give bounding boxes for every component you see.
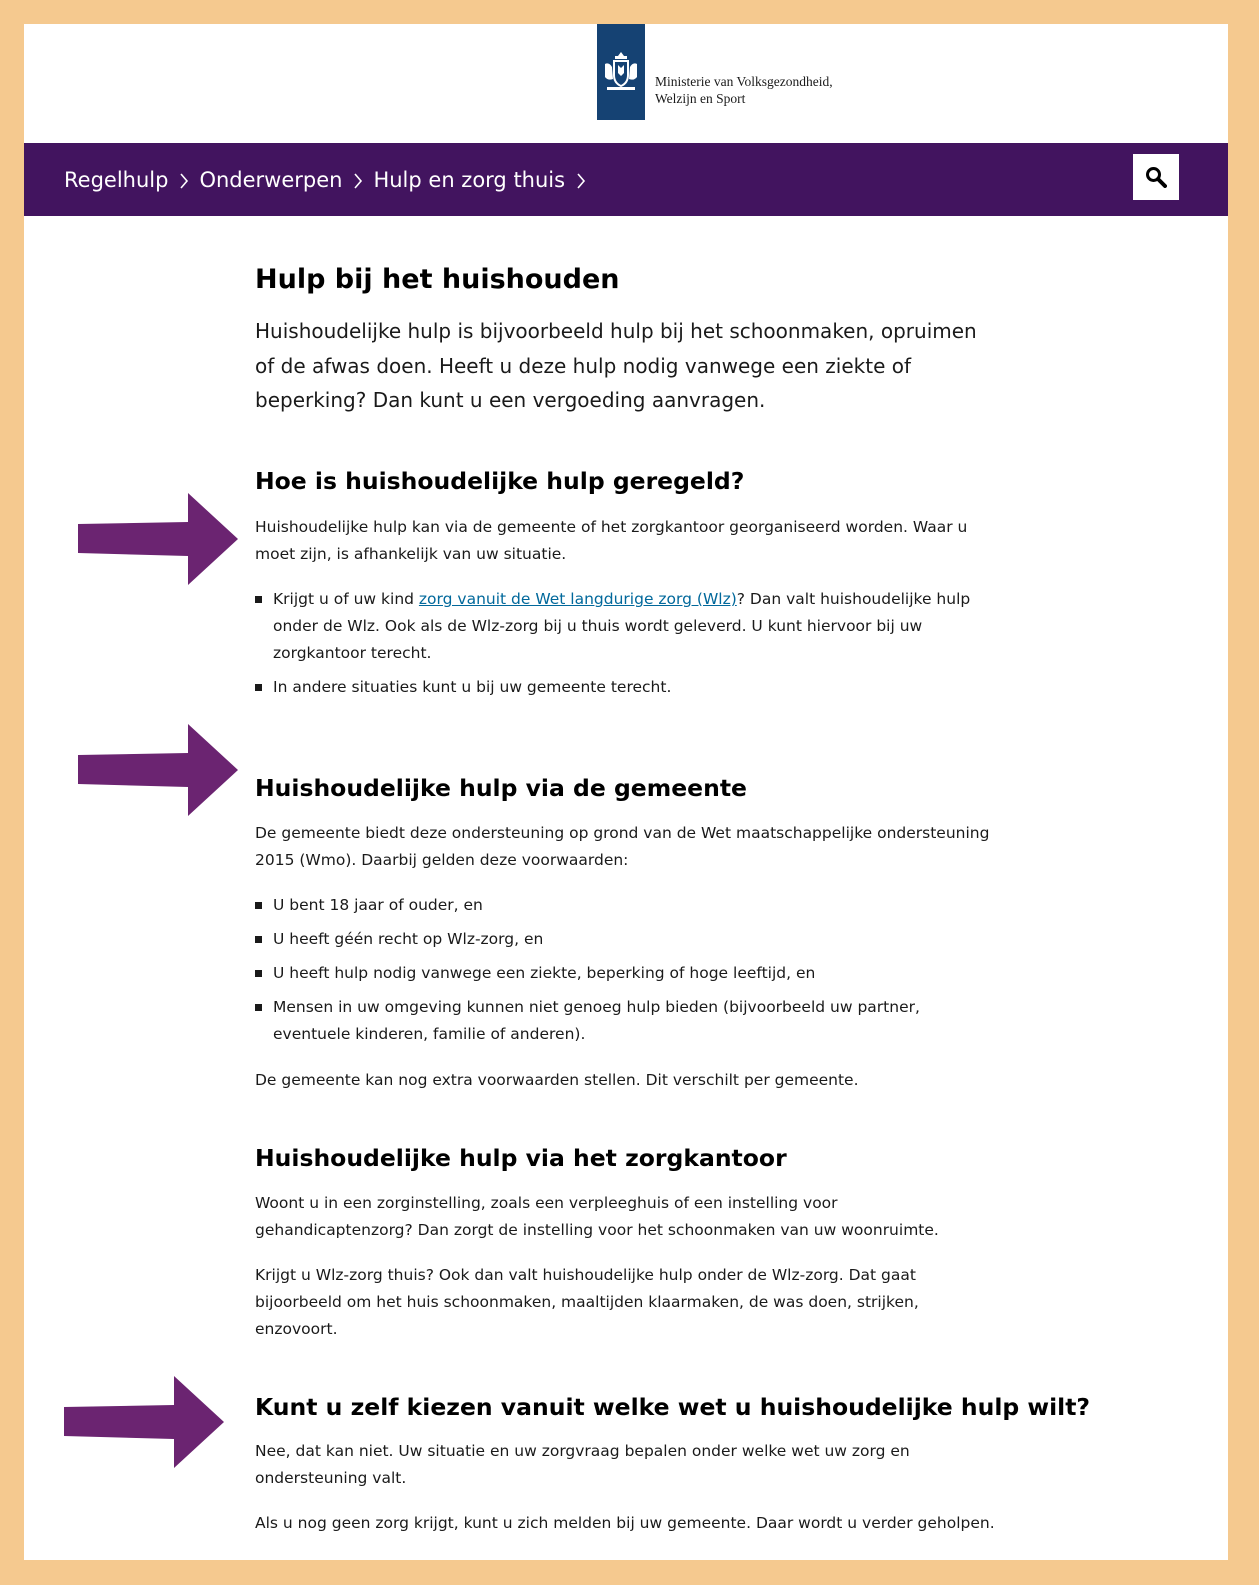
breadcrumb-onderwerpen[interactable]: Onderwerpen [199,168,342,192]
heading-zorgkantoor: Huishoudelijke hulp via het zorgkantoor [255,1144,787,1172]
breadcrumb-regelhulp[interactable]: Regelhulp [64,168,168,192]
site-header: Ministerie van Volksgezondheid, Welzijn … [24,24,1228,143]
list-item: Mensen in uw omgeving kunnen niet genoeg… [255,994,995,1048]
link-wet-langdurige-zorg[interactable]: zorg vanuit de Wet langdurige zorg (Wlz) [419,590,737,608]
search-button[interactable] [1133,154,1179,200]
coat-of-arms-icon [605,52,637,90]
chevron-right-icon [565,168,596,192]
arrow-right-icon [78,724,238,816]
page-frame: Ministerie van Volksgezondheid, Welzijn … [24,24,1228,1560]
list-item: U bent 18 jaar of ouder, en [255,892,995,919]
paragraph-gemeente-footer: De gemeente kan nog extra voorwaarden st… [255,1071,859,1089]
list-item-text-pre: Krijgt u of uw kind [273,590,419,608]
list-geregeld: Krijgt u of uw kind zorg vanuit de Wet l… [255,586,995,708]
list-item: U heeft géén recht op Wlz-zorg, en [255,926,995,953]
ministry-logo[interactable] [597,24,645,120]
paragraph-zorgkantoor-1: Woont u in een zorginstelling, zoals een… [255,1194,939,1239]
ministry-name-line2: Welzijn en Sport [655,91,746,106]
paragraph-geregeld: Huishoudelijke hulp kan via de gemeente … [255,518,968,563]
heading-kiezen: Kunt u zelf kiezen vanuit welke wet u hu… [255,1393,1091,1421]
list-voorwaarden: U bent 18 jaar of ouder, en U heeft géén… [255,892,995,1055]
intro-text: Huishoudelijke hulp is bijvoorbeeld hulp… [255,319,977,412]
search-icon [1146,167,1167,188]
list-item: U heeft hulp nodig vanwege een ziekte, b… [255,960,995,987]
arrow-right-icon [78,493,238,585]
breadcrumb-hulp-en-zorg-thuis[interactable]: Hulp en zorg thuis [373,168,565,192]
paragraph-kiezen-1: Nee, dat kan niet. Uw situatie en uw zor… [255,1442,910,1487]
paragraph-gemeente: De gemeente biedt deze ondersteuning op … [255,824,990,869]
chevron-right-icon [168,168,199,192]
arrow-right-icon [64,1376,224,1468]
navigation-bar: Regelhulp Onderwerpen Hulp en zorg thuis [24,143,1228,216]
list-item: In andere situaties kunt u bij uw gemeen… [255,674,995,701]
breadcrumb: Regelhulp Onderwerpen Hulp en zorg thuis [64,143,596,216]
paragraph-zorgkantoor-2: Krijgt u Wlz-zorg thuis? Ook dan valt hu… [255,1266,919,1338]
heading-geregeld: Hoe is huishoudelijke hulp geregeld? [255,467,745,495]
paragraph-kiezen-2: Als u nog geen zorg krijgt, kunt u zich … [255,1514,995,1532]
ministry-name: Ministerie van Volksgezondheid, Welzijn … [655,73,833,107]
list-item: Krijgt u of uw kind zorg vanuit de Wet l… [255,586,995,667]
ministry-name-line1: Ministerie van Volksgezondheid, [655,74,833,89]
heading-gemeente: Huishoudelijke hulp via de gemeente [255,774,747,802]
page-title: Hulp bij het huishouden [255,264,620,295]
chevron-right-icon [342,168,373,192]
